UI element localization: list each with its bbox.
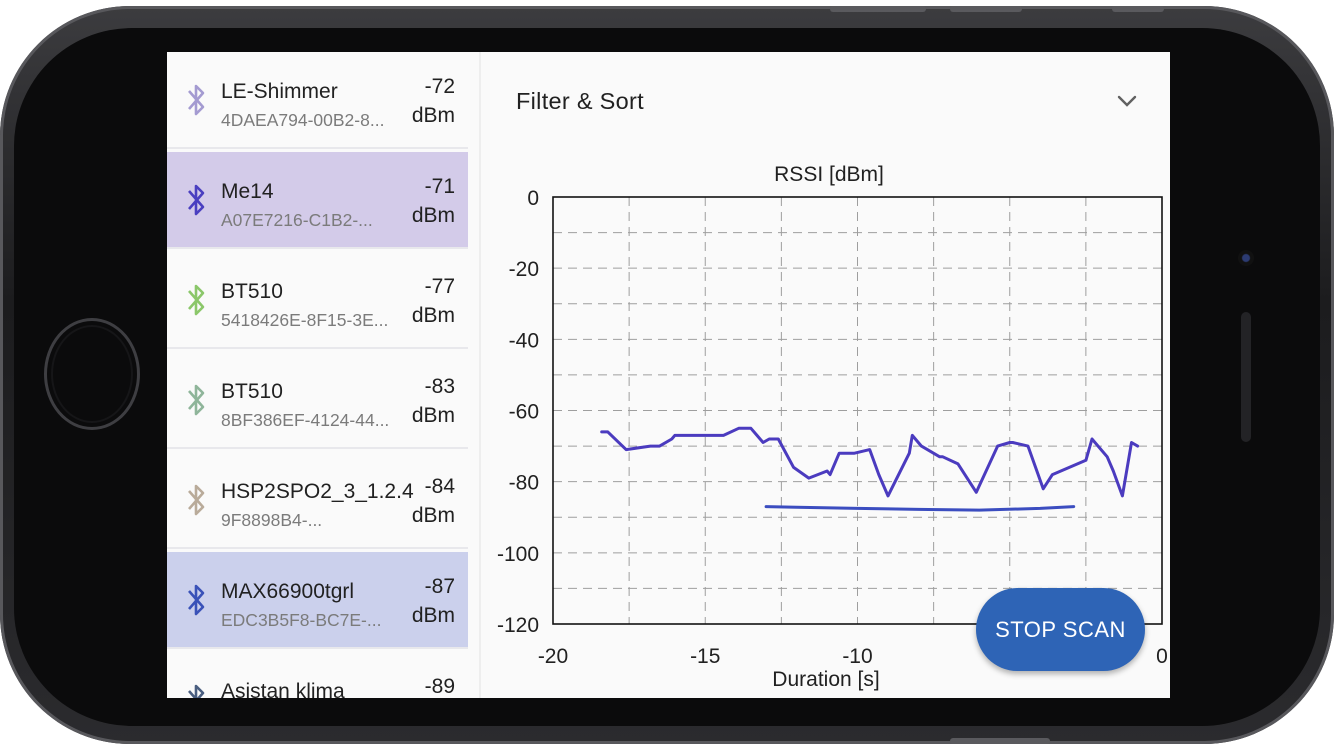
y-tick-label: -40	[509, 329, 539, 352]
device-uuid: 4DAEA794-00B2-8...	[221, 110, 385, 130]
bottom-button	[950, 738, 1050, 744]
device-uuid: 9F8898B4-...	[221, 510, 323, 530]
device-name: HSP2SPO2_3_1.2.4	[221, 480, 414, 503]
device-rssi: -84 dBm	[395, 472, 455, 530]
rssi-unit: dBm	[411, 204, 455, 227]
rssi-value: -87	[424, 575, 455, 598]
device-rssi: -87 dBm	[395, 572, 455, 630]
device-name: Asistan klima	[221, 680, 345, 698]
device-rssi: -77 dBm	[395, 272, 455, 330]
chevron-down-icon[interactable]	[1117, 94, 1137, 108]
y-tick-label: -120	[497, 614, 539, 637]
bluetooth-icon	[188, 484, 205, 516]
app-screen: LE-Shimmer 4DAEA794-00B2-8... -72 dBm Me…	[167, 52, 1170, 698]
device-list-item[interactable]: Me14 A07E7216-C1B2-... -71 dBm	[167, 152, 468, 249]
device-list-item[interactable]: LE-Shimmer 4DAEA794-00B2-8... -72 dBm	[167, 52, 468, 149]
device-rssi: -89	[395, 672, 455, 698]
rssi-unit: dBm	[411, 304, 455, 327]
device-uuid: 8BF386EF-4124-44...	[221, 410, 390, 430]
device-name: Me14	[221, 180, 274, 203]
device-list-item[interactable]: MAX66900tgrl EDC3B5F8-BC7E-... -87 dBm	[167, 552, 468, 649]
device-list-item[interactable]: BT510 5418426E-8F15-3E... -77 dBm	[167, 252, 468, 349]
device-uuid: A07E7216-C1B2-...	[221, 210, 373, 230]
rssi-unit: dBm	[411, 404, 455, 427]
device-list-item[interactable]: BT510 8BF386EF-4124-44... -83 dBm	[167, 352, 468, 449]
home-button[interactable]	[44, 318, 140, 430]
device-uuid: EDC3B5F8-BC7E-...	[221, 610, 382, 630]
chart-grid	[553, 197, 1162, 624]
x-tick-label: -20	[538, 645, 568, 668]
bluetooth-icon	[188, 384, 205, 416]
device-name: LE-Shimmer	[221, 80, 338, 103]
device-rssi: -72 dBm	[395, 72, 455, 130]
x-tick-label: -15	[690, 645, 720, 668]
device-list-item[interactable]: HSP2SPO2_3_1.2.4 9F8898B4-... -84 dBm	[167, 452, 468, 549]
rssi-value: -72	[424, 75, 455, 98]
rssi-unit: dBm	[411, 604, 455, 627]
rssi-value: -71	[424, 175, 455, 198]
device-rssi: -83 dBm	[395, 372, 455, 430]
y-tick-label: -100	[497, 543, 539, 566]
filter-sort-label[interactable]: Filter & Sort	[516, 88, 644, 115]
rssi-value: -77	[424, 275, 455, 298]
power-button	[1112, 6, 1164, 12]
rssi-value: -89	[424, 675, 455, 698]
series-line-1	[600, 426, 1140, 498]
chart-series	[600, 426, 1140, 512]
device-list-item[interactable]: Asistan klima -89	[167, 652, 468, 698]
y-tick-label: 0	[527, 187, 539, 210]
device-uuid: 5418426E-8F15-3E...	[221, 310, 389, 330]
device-name: BT510	[221, 280, 283, 303]
rssi-unit: dBm	[411, 104, 455, 127]
y-tick-label: -60	[509, 401, 539, 424]
rssi-value: -83	[424, 375, 455, 398]
device-name: BT510	[221, 380, 283, 403]
x-tick-label: -10	[842, 645, 872, 668]
rssi-unit: dBm	[411, 504, 455, 527]
y-tick-label: -20	[509, 258, 539, 281]
x-axis-label: Duration [s]	[772, 668, 879, 691]
x-tick-label: 0	[1156, 645, 1168, 668]
bluetooth-icon	[188, 284, 205, 316]
device-list: LE-Shimmer 4DAEA794-00B2-8... -72 dBm Me…	[167, 52, 468, 698]
volume-button-2	[950, 6, 1022, 12]
bluetooth-icon	[188, 84, 205, 116]
bluetooth-icon	[188, 684, 205, 698]
bluetooth-icon	[188, 184, 205, 216]
speaker-grille	[1241, 312, 1251, 442]
bluetooth-icon	[188, 584, 205, 616]
chart-title: RSSI [dBm]	[774, 163, 884, 186]
series-line-2	[764, 505, 1076, 512]
front-camera	[1238, 250, 1254, 266]
device-rssi: -71 dBm	[395, 172, 455, 230]
volume-button	[830, 6, 926, 12]
stop-scan-button[interactable]: STOP SCAN	[976, 588, 1145, 671]
device-name: MAX66900tgrl	[221, 580, 355, 603]
rssi-value: -84	[424, 475, 455, 498]
y-tick-label: -80	[509, 472, 539, 495]
